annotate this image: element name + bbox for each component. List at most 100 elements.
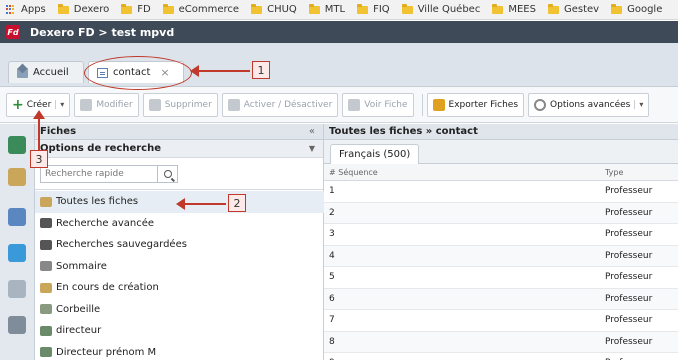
form-icon[interactable] bbox=[8, 208, 26, 226]
table-row[interactable]: 6 Professeur bbox=[324, 288, 678, 310]
quick-search-input[interactable]: Recherche rapide bbox=[40, 164, 158, 183]
binoculars-icon bbox=[40, 218, 52, 229]
bookmark-chuq[interactable]: CHUQ bbox=[251, 3, 297, 15]
binoculars-icon bbox=[40, 239, 52, 250]
folder-icon bbox=[492, 3, 504, 14]
app-title-bar: Fd Dexero FD > test mpvd bbox=[0, 21, 678, 43]
cell-type: Professeur bbox=[605, 293, 653, 304]
annotation-arrowhead bbox=[190, 65, 199, 77]
folder-icon bbox=[308, 3, 320, 14]
app-logo: Fd bbox=[6, 25, 20, 39]
bookmark-mtl[interactable]: MTL bbox=[308, 3, 345, 15]
search-records-icon bbox=[40, 347, 52, 358]
cell-sequence: 4 bbox=[329, 250, 335, 261]
bookmark-apps[interactable]: Apps bbox=[6, 4, 46, 15]
column-header-type[interactable]: Type bbox=[605, 168, 623, 177]
toggle-active-button[interactable]: Activer / Désactiver bbox=[221, 92, 339, 117]
section-title: Options de recherche bbox=[40, 143, 162, 154]
view-record-button[interactable]: Voir Fiche bbox=[342, 92, 414, 117]
table-row[interactable]: 9Professeur bbox=[324, 353, 678, 360]
nav-saved-searches[interactable]: Recherches sauvegardées bbox=[35, 234, 324, 256]
bookmarks-bar: Apps Dexero FD eCommerce CHUQ MTL FIQ Vi… bbox=[0, 0, 678, 20]
cell-type: Professeur bbox=[605, 250, 653, 261]
breadcrumb: Toutes les fiches » contact bbox=[324, 124, 678, 140]
nav-in-progress[interactable]: En cours de création bbox=[35, 277, 324, 299]
tab-accueil[interactable]: Accueil bbox=[8, 61, 84, 83]
modify-button[interactable]: Modifier bbox=[74, 92, 139, 117]
section-toggle-icon[interactable]: ▼ bbox=[309, 144, 315, 153]
nav-saved-search-directeur-prenom[interactable]: Directeur prénom M bbox=[35, 342, 324, 360]
annotation-arrow bbox=[38, 117, 40, 150]
nav-summary[interactable]: Sommaire bbox=[35, 256, 324, 278]
bookmark-label: eCommerce bbox=[178, 4, 240, 15]
bookmark-label: Dexero bbox=[73, 4, 110, 15]
cell-sequence: 6 bbox=[329, 293, 335, 304]
nav-label: Recherche avancée bbox=[56, 217, 155, 229]
table-row[interactable]: 8 Professeur bbox=[324, 331, 678, 353]
chevron-down-icon[interactable]: ▾ bbox=[55, 100, 64, 109]
nav-saved-search-directeur[interactable]: directeur bbox=[35, 320, 324, 342]
toolbar: + Créer ▾ Modifier Supprimer Activer / D… bbox=[0, 87, 678, 123]
nav-trash[interactable]: Corbeille bbox=[35, 299, 324, 321]
delete-button[interactable]: Supprimer bbox=[142, 92, 218, 117]
table-row[interactable]: 5 Professeur bbox=[324, 267, 678, 289]
table-row[interactable]: 3 Professeur bbox=[324, 224, 678, 246]
search-options-header[interactable]: Options de recherche ▼ bbox=[35, 140, 323, 158]
bookmark-google[interactable]: Google bbox=[611, 3, 662, 15]
toolbar-divider bbox=[421, 93, 423, 116]
bookmark-fd[interactable]: FD bbox=[121, 3, 151, 15]
nav-advanced-search[interactable]: Recherche avancée bbox=[35, 213, 324, 235]
bookmark-mees[interactable]: MEES bbox=[492, 3, 536, 15]
table-row[interactable]: 7 Professeur bbox=[324, 310, 678, 332]
bookmark-dexero[interactable]: Dexero bbox=[57, 3, 110, 15]
folder-icon bbox=[401, 3, 413, 14]
bookmark-label: MEES bbox=[508, 4, 536, 15]
world-icon[interactable] bbox=[8, 244, 26, 262]
table-row[interactable]: 1 Professeur bbox=[324, 181, 678, 203]
cell-sequence: 7 bbox=[329, 315, 335, 325]
records-icon[interactable] bbox=[8, 168, 26, 186]
cell-type: Professeur bbox=[605, 229, 653, 239]
records-icon bbox=[40, 196, 52, 207]
bookmark-fiq[interactable]: FIQ bbox=[357, 3, 390, 15]
bookmark-gestev[interactable]: Gestev bbox=[547, 3, 600, 15]
tab-francais[interactable]: Français (500) bbox=[330, 144, 420, 164]
report-icon[interactable] bbox=[8, 280, 26, 298]
collapse-icon[interactable]: « bbox=[309, 126, 315, 137]
nav-label: Toutes les fiches bbox=[56, 196, 139, 208]
chevron-down-icon[interactable]: ▾ bbox=[634, 100, 643, 109]
bookmark-label: FD bbox=[137, 4, 151, 15]
bookmark-ville-quebec[interactable]: Ville Québec bbox=[401, 3, 480, 15]
cell-sequence: 1 bbox=[329, 186, 335, 196]
annotation-ring bbox=[84, 56, 192, 90]
bookmark-label: FIQ bbox=[373, 4, 390, 15]
records-table: 1 Professeur 2 Professeur 3 Professeur 4 Pro… bbox=[324, 181, 678, 360]
cell-type: Professeur bbox=[605, 272, 653, 282]
folder-icon bbox=[121, 3, 133, 14]
folder-icon bbox=[162, 3, 174, 14]
search-button[interactable] bbox=[158, 164, 178, 183]
column-header-sequence[interactable]: # Séquence bbox=[329, 168, 378, 177]
view-label: Voir Fiche bbox=[364, 99, 408, 110]
table-row[interactable]: 2 Professeur bbox=[324, 202, 678, 224]
panel-title: Fiches bbox=[40, 126, 77, 137]
annotation-arrow bbox=[196, 70, 250, 72]
annotation-arrow bbox=[184, 203, 226, 205]
export-button[interactable]: Exporter Fiches bbox=[426, 92, 525, 117]
folder-icon bbox=[547, 3, 559, 14]
export-icon bbox=[432, 98, 445, 111]
records-panel: Fiches « Options de recherche ▼ Recherch… bbox=[35, 124, 324, 360]
language-tabs: Français (500) bbox=[324, 140, 678, 164]
advanced-label: Options avancées bbox=[550, 99, 631, 110]
bookmark-ecommerce[interactable]: eCommerce bbox=[162, 3, 240, 15]
database-icon[interactable] bbox=[8, 316, 26, 334]
advanced-options-button[interactable]: Options avancées ▾ bbox=[528, 92, 650, 117]
globe-icon[interactable] bbox=[8, 136, 26, 154]
cell-type: Professeur bbox=[605, 336, 653, 347]
annotation-arrowhead bbox=[33, 110, 45, 119]
table-row[interactable]: 4 Professeur bbox=[324, 245, 678, 267]
delete-label: Supprimer bbox=[164, 99, 212, 110]
plus-icon: + bbox=[12, 96, 24, 113]
apps-grid-icon bbox=[6, 4, 16, 15]
bookmark-label: Gestev bbox=[563, 4, 600, 15]
